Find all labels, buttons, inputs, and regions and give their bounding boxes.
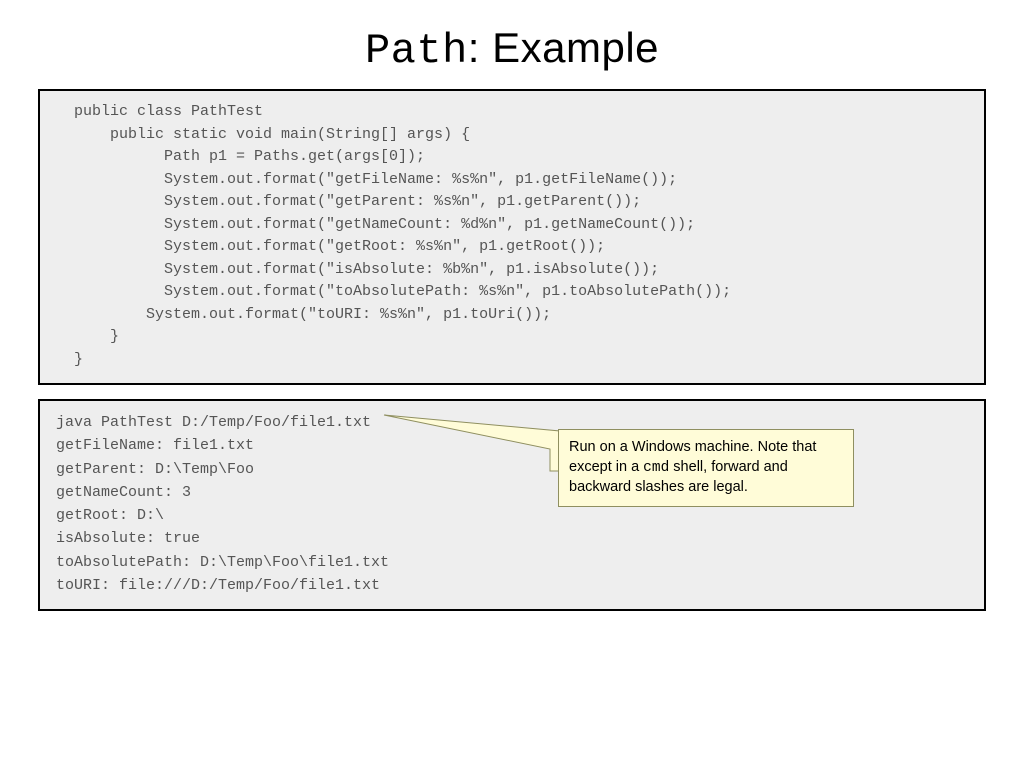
code-block: public class PathTest public static void… <box>38 89 986 385</box>
title-mono: Path <box>365 27 468 75</box>
slide-title: Path: Example <box>0 24 1024 75</box>
callout-text-mono: cmd <box>643 460 669 476</box>
title-rest: : Example <box>468 24 659 71</box>
callout-box: Run on a Windows machine. Note that exce… <box>558 429 854 507</box>
code-content: public class PathTest public static void… <box>56 101 968 371</box>
output-wrap: java PathTest D:/Temp/Foo/file1.txt getF… <box>38 399 986 611</box>
slide: Path: Example public class PathTest publ… <box>0 24 1024 767</box>
